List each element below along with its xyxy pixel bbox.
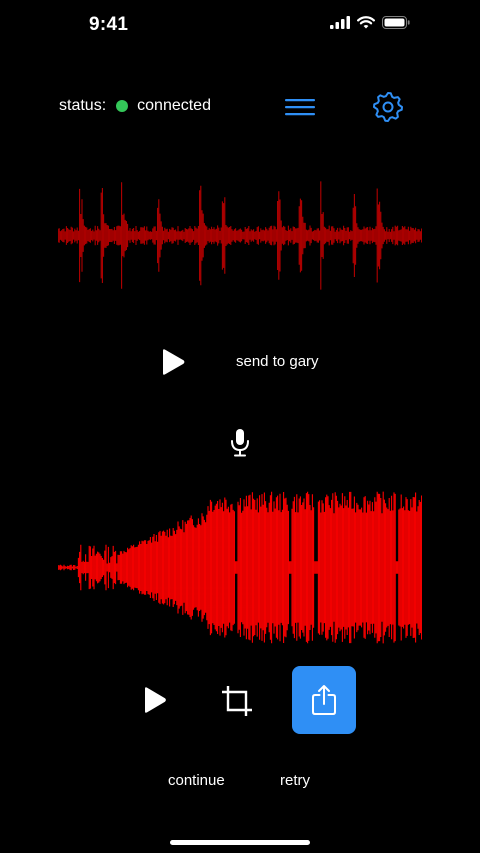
- recorded-audio-waveform: [58, 491, 422, 644]
- play-icon: [145, 687, 166, 713]
- play-icon: [163, 349, 185, 375]
- crop-button[interactable]: [220, 684, 254, 718]
- retry-button[interactable]: retry: [280, 772, 310, 789]
- connection-status: status: connected: [59, 97, 211, 115]
- play-recording-button[interactable]: [143, 686, 167, 714]
- settings-button[interactable]: [372, 91, 404, 123]
- microphone-icon: [231, 429, 249, 457]
- play-received-button[interactable]: [160, 348, 186, 376]
- record-button[interactable]: [229, 428, 251, 458]
- gear-icon: [373, 92, 403, 122]
- status-bar-icons: [330, 16, 410, 29]
- status-label: status:: [59, 97, 107, 114]
- share-button[interactable]: [292, 666, 356, 734]
- status-value: connected: [137, 97, 211, 114]
- share-icon: [312, 685, 336, 715]
- menu-button[interactable]: [283, 95, 317, 119]
- hamburger-menu-icon: [285, 99, 315, 116]
- status-bar-time: 9:41: [89, 14, 129, 35]
- home-indicator: [170, 840, 310, 845]
- wifi-icon: [357, 16, 375, 29]
- crop-icon: [222, 686, 252, 716]
- status-indicator-dot: [116, 100, 129, 112]
- continue-button[interactable]: continue: [168, 772, 225, 789]
- battery-icon: [382, 16, 410, 29]
- received-audio-waveform: [58, 181, 422, 290]
- send-to-gary-button[interactable]: send to gary: [236, 353, 319, 370]
- cellular-signal-icon: [330, 16, 350, 29]
